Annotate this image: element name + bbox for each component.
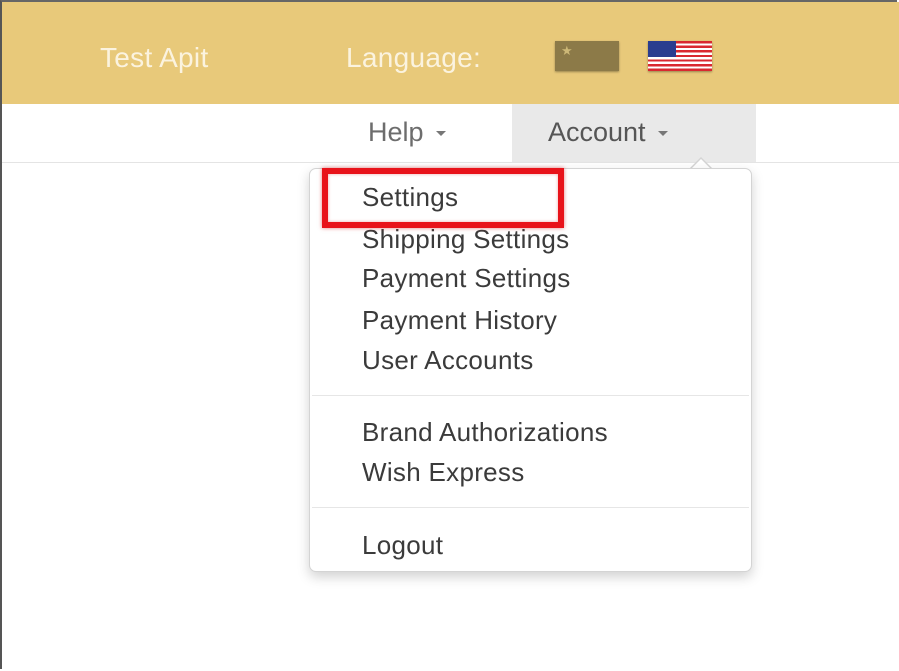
brand-name[interactable]: Test Apit <box>100 42 209 74</box>
china-flag-icon[interactable]: ★ <box>555 41 619 71</box>
caret-down-icon <box>435 131 446 137</box>
nav-help-label: Help <box>368 117 424 147</box>
top-header-bar: Test Apit Language: <box>2 2 899 104</box>
menu-divider <box>312 395 749 396</box>
menu-item-brand-authorizations[interactable]: Brand Authorizations <box>362 416 608 448</box>
main-nav: Help Account <box>2 104 899 163</box>
menu-item-settings[interactable]: Settings <box>362 181 458 213</box>
menu-item-user-accounts[interactable]: User Accounts <box>362 344 534 376</box>
nav-account-dropdown[interactable]: Account <box>512 104 756 162</box>
caret-down-icon <box>657 131 668 137</box>
account-dropdown-menu: Settings Shipping Settings Payment Setti… <box>309 168 752 572</box>
menu-item-logout[interactable]: Logout <box>362 529 443 561</box>
us-flag-icon[interactable] <box>648 41 712 71</box>
language-label: Language: <box>346 42 482 73</box>
menu-item-payment-history[interactable]: Payment History <box>362 304 557 336</box>
menu-item-wish-express[interactable]: Wish Express <box>362 456 525 488</box>
nav-help-dropdown[interactable]: Help <box>348 104 508 162</box>
menu-divider <box>312 507 749 508</box>
menu-item-payment-settings[interactable]: Payment Settings <box>362 262 571 294</box>
menu-item-shipping-settings[interactable]: Shipping Settings <box>362 223 569 255</box>
nav-account-label: Account <box>548 117 646 147</box>
